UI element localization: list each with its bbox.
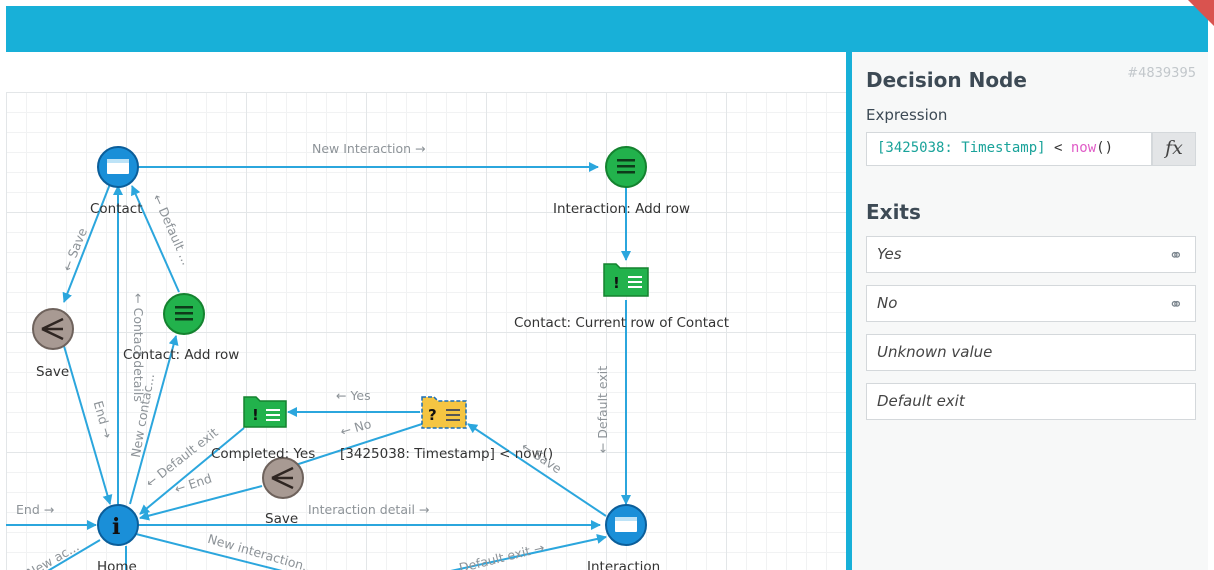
edge-label-yes: ← Yes	[336, 388, 371, 403]
node-label-completed-yes: Completed: Yes	[211, 446, 316, 462]
interaction-add-row-node	[605, 146, 647, 188]
exit-yes[interactable]: Yes ⚭	[866, 236, 1196, 273]
edge-end-save-middle	[139, 485, 263, 521]
exit-label: Unknown value	[877, 343, 993, 361]
node-label-contact-current-row: Contact: Current row of Contact	[514, 315, 730, 331]
expression-function: now	[1070, 140, 1097, 156]
node-label-contact: Contact	[90, 201, 143, 217]
panel-title: Decision Node	[866, 68, 1027, 92]
function-editor-button[interactable]: fx	[1152, 132, 1196, 166]
home-node: i	[97, 504, 139, 546]
exit-no[interactable]: No ⚭	[866, 285, 1196, 322]
node-label-save-left: Save	[36, 364, 70, 380]
edge-label-interaction-detail: Interaction detail →	[308, 502, 430, 517]
expression-operator: <	[1045, 140, 1071, 156]
diagram-canvas[interactable]: ! ! ? i Contact Interaction: Add row Con…	[6, 52, 846, 570]
edge-save-interaction	[467, 423, 607, 517]
svg-text:!: !	[613, 274, 620, 292]
node-label-interaction-add-row: Interaction: Add row	[553, 201, 691, 217]
exits-title: Exits	[866, 200, 921, 224]
edge-label-end-left: End →	[16, 502, 55, 517]
save-middle-node	[262, 457, 304, 499]
exit-label: Default exit	[877, 392, 965, 410]
svg-text:!: !	[252, 406, 259, 424]
top-bar	[6, 6, 1208, 52]
decision-node: ?	[421, 396, 467, 429]
svg-text:?: ?	[428, 406, 437, 424]
node-label-interaction: Interaction	[587, 559, 661, 570]
link-icon[interactable]: ⚭	[1169, 295, 1183, 315]
corner-flag	[1188, 0, 1214, 26]
exit-default[interactable]: Default exit	[866, 383, 1196, 420]
node-id: #4839395	[1127, 66, 1196, 81]
edge-label-default-exit-vertical: ← Default exit	[595, 365, 611, 454]
exit-unknown-value[interactable]: Unknown value	[866, 334, 1196, 371]
svg-text:i: i	[112, 514, 120, 540]
expression-label: Expression	[866, 106, 948, 124]
contact-add-row-node	[163, 293, 205, 335]
contact-current-row-node: !	[603, 263, 649, 297]
expression-input[interactable]: [3425038: Timestamp] < now()	[866, 132, 1152, 166]
save-left-node	[32, 308, 74, 350]
expression-parens: ()	[1096, 140, 1114, 156]
interaction-node	[605, 504, 647, 546]
contact-node	[97, 146, 139, 188]
exit-label: No	[877, 294, 898, 312]
link-icon[interactable]: ⚭	[1169, 246, 1183, 266]
exit-label: Yes	[877, 245, 902, 263]
completed-yes-node: !	[243, 396, 287, 428]
node-label-save-middle: Save	[265, 511, 299, 527]
properties-panel: Decision Node #4839395 Expression [34250…	[846, 52, 1208, 570]
edge-label-new-interaction: New Interaction →	[312, 141, 426, 156]
expression-ref: [3425038: Timestamp]	[877, 140, 1046, 156]
node-label-home: Home	[97, 559, 137, 570]
